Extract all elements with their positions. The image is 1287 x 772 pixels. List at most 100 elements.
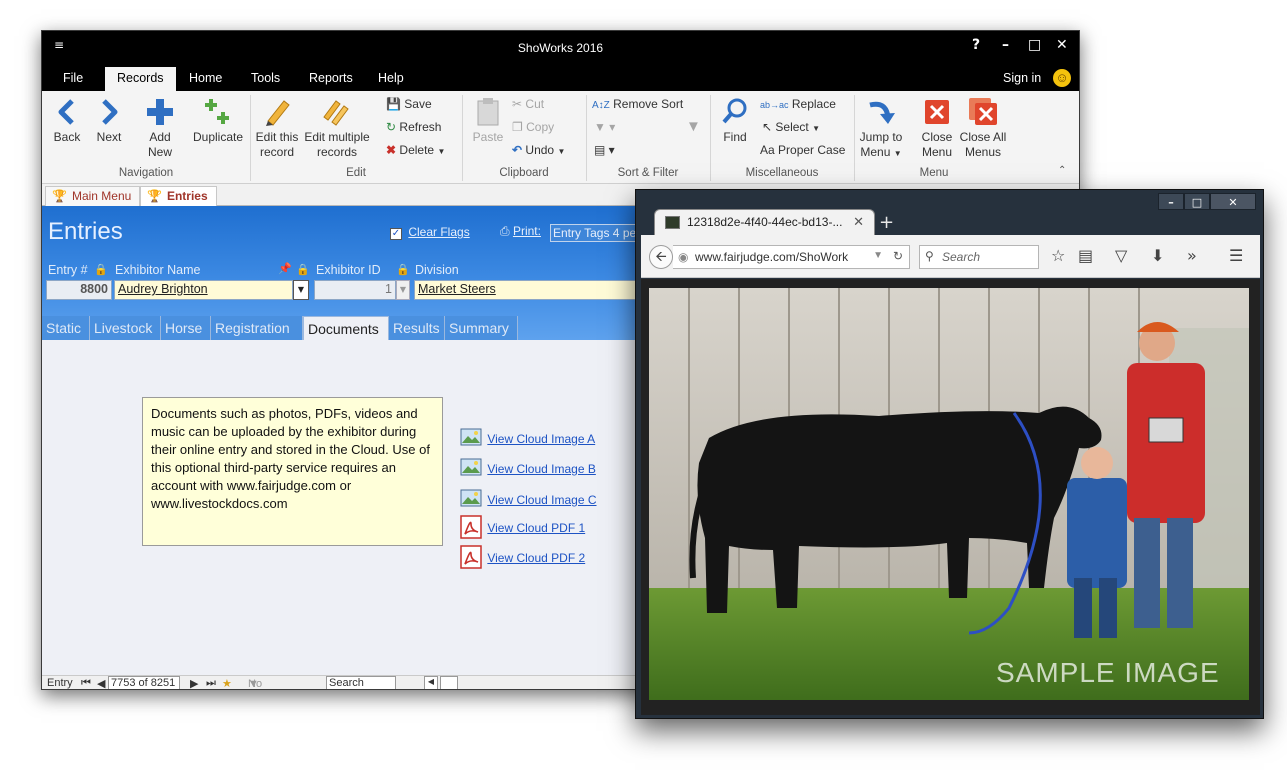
collapse-ribbon-icon[interactable]: ⌃ — [1058, 165, 1066, 176]
tab-horse[interactable]: Horse — [161, 316, 211, 341]
menu-home[interactable]: Home — [189, 71, 222, 85]
next-record-icon[interactable]: ▶ — [190, 677, 198, 689]
smiley-icon[interactable]: ☺ — [1053, 69, 1071, 87]
copy-button[interactable]: ❐ Copy — [512, 120, 554, 134]
help-icon[interactable]: ? — [972, 37, 980, 53]
browser-minimize-icon[interactable]: – — [1158, 193, 1184, 210]
download-icon[interactable]: ⬇ — [1151, 246, 1164, 265]
filter-toggle-icon[interactable]: ▼ ▾ — [594, 120, 615, 134]
save-button[interactable]: 💾 Save — [386, 97, 432, 111]
cloud-image-a-link[interactable]: View Cloud Image A — [460, 428, 595, 449]
browser-close-icon[interactable]: ✕ — [1210, 193, 1256, 210]
sample-image-watermark: SAMPLE IMAGE — [996, 657, 1220, 688]
browser-window: – □ ✕ 12318d2e-4f40-44ec-bd13-... ✕ + ◉ … — [635, 189, 1264, 719]
search-input[interactable]: Search — [326, 676, 396, 689]
menu-help[interactable]: Help — [378, 71, 404, 85]
close-menu-button[interactable]: Close Menu — [918, 97, 956, 160]
exhibitor-id-dropdown-button[interactable]: ▼ — [396, 280, 410, 300]
minimize-icon[interactable]: – — [1002, 37, 1009, 53]
printer-icon: ⎙ — [500, 224, 510, 238]
new-tab-icon[interactable]: + — [879, 212, 894, 233]
pocket-icon[interactable]: ▽ — [1115, 246, 1127, 265]
history-dropdown-icon[interactable]: ▼ — [873, 250, 883, 261]
jump-to-menu-button[interactable]: Jump to Menu ▼ — [856, 97, 906, 161]
tab-documents[interactable]: Documents — [303, 316, 389, 341]
add-new-button[interactable]: Add New — [142, 97, 178, 160]
edit-this-record-button[interactable]: Edit this record — [254, 97, 300, 160]
edit-multiple-records-button[interactable]: Edit multiple records — [302, 97, 372, 160]
cloud-pdf-2-link[interactable]: View Cloud PDF 2 — [460, 545, 585, 572]
bookmark-star-icon[interactable]: ☆ — [1051, 246, 1065, 265]
hamburger-menu-icon[interactable]: ☰ — [1229, 246, 1243, 265]
cloud-image-c-link[interactable]: View Cloud Image C — [460, 489, 597, 510]
replace-icon: ab→ac — [760, 100, 789, 110]
menu-reports[interactable]: Reports — [309, 71, 353, 85]
scissors-icon: ✂ — [512, 97, 523, 111]
remove-sort-button[interactable]: A↕Z Remove Sort — [592, 97, 683, 111]
record-position-field[interactable]: 7753 of 8251 — [108, 676, 180, 689]
exhibitor-dropdown-button[interactable]: ▼ — [293, 280, 309, 300]
tab-entries[interactable]: 🏆 Entries — [140, 186, 217, 206]
tab-close-icon[interactable]: ✕ — [853, 214, 864, 230]
delete-button[interactable]: ✖ Delete ▼ — [386, 143, 445, 157]
checkbox-icon: ✓ — [390, 228, 402, 240]
pin-icon[interactable]: 📌 — [278, 262, 292, 275]
first-record-icon[interactable]: ⏮ — [81, 677, 91, 689]
maximize-icon[interactable]: □ — [1028, 37, 1041, 53]
browser-tab[interactable]: 12318d2e-4f40-44ec-bd13-... ✕ — [654, 209, 875, 235]
next-button[interactable]: Next — [94, 97, 124, 145]
cloud-image-b-link[interactable]: View Cloud Image B — [460, 458, 596, 479]
ribbon: Back Next Add New Duplicate Edit this re… — [42, 91, 1079, 184]
tab-static[interactable]: Static — [42, 316, 90, 341]
close-all-menus-button[interactable]: Close All Menus — [958, 97, 1008, 160]
find-button[interactable]: Find — [718, 97, 752, 145]
reload-icon[interactable]: ↻ — [893, 249, 903, 263]
exhibitor-id-field[interactable]: 1 — [314, 280, 396, 300]
duplicate-button[interactable]: Duplicate — [190, 97, 246, 145]
sign-in-link[interactable]: Sign in — [1003, 71, 1041, 85]
replace-button[interactable]: ab→ac Replace — [760, 97, 836, 111]
last-record-icon[interactable]: ⏭ — [206, 677, 216, 689]
menu-tools[interactable]: Tools — [251, 71, 280, 85]
new-record-icon[interactable]: ★ — [222, 677, 232, 689]
case-icon: Aa — [760, 143, 775, 157]
cursor-icon: ↖ — [762, 120, 773, 134]
menu-file[interactable]: File — [63, 71, 83, 85]
refresh-button[interactable]: ↻ Refresh — [386, 120, 441, 134]
address-bar[interactable]: ◉ www.fairjudge.com/ShoWork ▼ ↻ — [673, 245, 910, 269]
clear-flags-control[interactable]: ✓ Clear Flags — [390, 225, 470, 240]
group-clipboard-label: Clipboard — [499, 167, 549, 179]
advanced-filter-icon[interactable]: ▤ ▾ — [594, 143, 615, 157]
cloud-pdf-1-link[interactable]: View Cloud PDF 1 — [460, 515, 585, 542]
tab-livestock[interactable]: Livestock — [90, 316, 161, 341]
browser-viewport: SAMPLE IMAGE — [641, 279, 1260, 715]
browser-search-input[interactable]: ⚲ Search — [919, 245, 1039, 269]
tab-summary[interactable]: Summary — [445, 316, 518, 341]
reading-list-icon[interactable]: ▤ — [1078, 246, 1093, 265]
tab-registration[interactable]: Registration — [211, 316, 303, 341]
entry-number-field[interactable]: 8800 — [46, 280, 112, 300]
horizontal-scrollbar[interactable] — [440, 676, 458, 689]
tab-main-menu[interactable]: 🏆 Main Menu — [45, 186, 141, 206]
tab-results[interactable]: Results — [389, 316, 445, 341]
browser-back-button[interactable]: 🡨 — [649, 245, 673, 269]
undo-button[interactable]: ↶ Undo ▼ — [512, 143, 565, 157]
print-report-select[interactable]: Entry Tags 4 per — [550, 224, 640, 242]
cut-button[interactable]: ✂ Cut — [512, 97, 544, 111]
division-field[interactable]: Market Steers — [414, 280, 639, 300]
close-icon[interactable]: ✕ — [1056, 37, 1068, 53]
prev-record-icon[interactable]: ◀ — [97, 677, 105, 689]
overflow-icon[interactable]: » — [1187, 246, 1197, 265]
pdf-icon — [460, 545, 482, 569]
funnel-icon[interactable]: ▼ — [686, 118, 701, 135]
browser-maximize-icon[interactable]: □ — [1184, 193, 1210, 210]
print-control[interactable]: ⎙ Print: — [500, 224, 541, 239]
menu-records[interactable]: Records — [105, 67, 176, 91]
back-button[interactable]: Back — [50, 97, 84, 145]
select-button[interactable]: ↖ Select ▼ — [762, 120, 820, 134]
scroll-left-button[interactable]: ◀ — [424, 676, 438, 689]
exhibitor-name-field[interactable]: Audrey Brighton — [114, 280, 293, 300]
paste-button[interactable]: Paste — [470, 97, 506, 145]
proper-case-button[interactable]: Aa Proper Case — [760, 143, 845, 157]
pdf-icon — [460, 515, 482, 539]
